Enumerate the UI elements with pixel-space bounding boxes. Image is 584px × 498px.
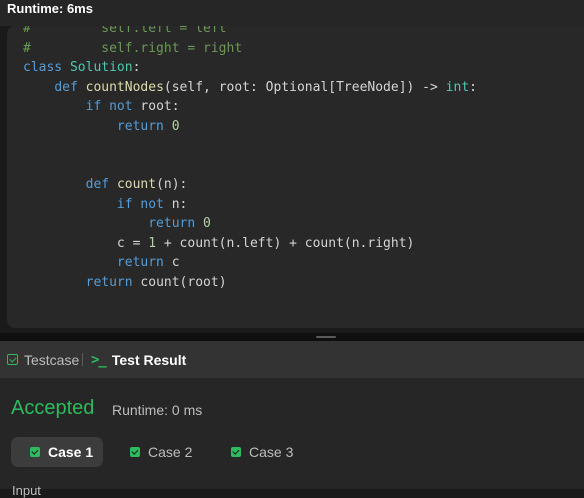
code-token: 0 <box>171 118 180 134</box>
tab-separator <box>82 353 83 366</box>
tab-testcase-label: Testcase <box>24 351 80 368</box>
tab-test-result-label: Test Result <box>111 351 187 368</box>
case-tab-3[interactable]: Case 3 <box>212 437 302 467</box>
result-panel: Testcase >_ Test Result Accepted Runtime… <box>0 341 584 498</box>
code-line: # self.left = left <box>23 26 227 39</box>
code-token: 1 <box>148 235 157 251</box>
code-line: def countNodes(self, root: Optional[Tree… <box>23 78 477 98</box>
checkbox-icon <box>7 354 18 365</box>
code-token: if not <box>85 99 141 114</box>
code-editor[interactable]: # self.left = left # self.right = right cl… <box>7 26 584 328</box>
code-token: (n): <box>156 177 188 192</box>
code-token: return <box>116 118 172 134</box>
code-token: c <box>171 255 180 270</box>
code-line: return c <box>23 253 180 273</box>
panel-divider[interactable] <box>0 333 584 341</box>
top-bar: Runtime: 6ms <box>0 0 584 26</box>
code-line: # self.right = right <box>23 39 242 59</box>
code-token: countNodes <box>85 79 164 95</box>
code-token: def <box>85 177 117 192</box>
code-token: : <box>469 79 477 95</box>
code-line: c = 1 + count(n.left) + count(n.right) <box>23 234 414 254</box>
code-token: # self.left = left <box>23 26 227 36</box>
case-tab-1[interactable]: Case 1 <box>11 437 103 467</box>
code-token: root: <box>140 99 180 114</box>
code-token: # self.right = right <box>23 40 243 56</box>
code-line: return 0 <box>23 117 180 137</box>
code-token: 0 <box>203 216 211 231</box>
code-token: c = <box>23 235 149 251</box>
code-token: return <box>148 216 204 231</box>
code-token: count <box>116 177 157 192</box>
case-tab-label: Case 2 <box>148 444 193 460</box>
code-token: + count(n.left) + count(n.right) <box>156 235 415 251</box>
tab-test-result[interactable]: >_ Test Result <box>91 341 186 378</box>
case-tab-label: Case 1 <box>48 444 94 460</box>
code-token: return <box>116 255 172 270</box>
code-token: (self, root: Optional[TreeNode]) -> <box>163 79 446 95</box>
code-token: count(root) <box>140 274 227 290</box>
code-token: Solution <box>69 60 133 75</box>
result-runtime: Runtime: 0 ms <box>112 402 203 418</box>
tab-testcase[interactable]: Testcase <box>7 341 79 378</box>
code-line: if not root: <box>23 97 180 117</box>
input-label: Input <box>12 483 41 498</box>
code-line: return count(root) <box>23 273 227 293</box>
code-token: int <box>445 79 470 95</box>
code-line: return 0 <box>23 214 211 234</box>
code-line: class Solution: <box>23 58 140 78</box>
code-token: def <box>54 79 86 95</box>
check-icon <box>30 447 40 457</box>
code-token: if not <box>116 196 172 212</box>
case-tab-2[interactable]: Case 2 <box>111 437 201 467</box>
result-tabbar: Testcase >_ Test Result <box>0 341 584 378</box>
code-line: if not n: <box>23 195 187 215</box>
code-token: : <box>132 60 141 75</box>
terminal-icon: >_ <box>91 351 107 368</box>
result-status: Accepted <box>11 397 95 419</box>
check-icon <box>231 447 241 457</box>
check-icon <box>130 447 140 457</box>
code-token: n: <box>171 196 188 212</box>
code-line: def count(n): <box>23 175 188 195</box>
case-tab-label: Case 3 <box>249 444 294 460</box>
runtime-header: Runtime: 6ms <box>7 1 93 16</box>
code-token: class <box>23 60 70 75</box>
resize-handle[interactable] <box>316 336 336 338</box>
code-token: return <box>85 274 141 290</box>
